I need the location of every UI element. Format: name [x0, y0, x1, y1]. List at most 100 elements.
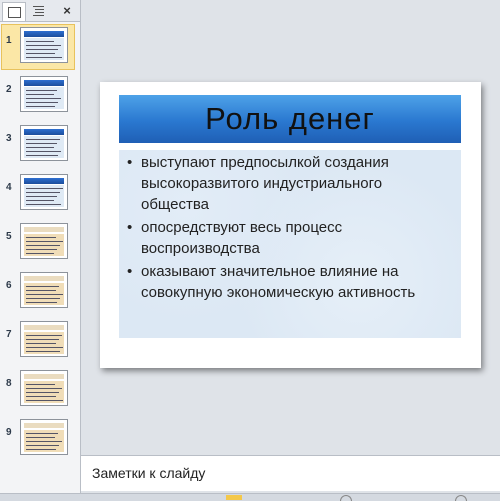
thumbnail-text-line [26, 188, 63, 189]
normal-view-icon[interactable] [226, 495, 242, 500]
slide-thumbnail[interactable] [20, 76, 68, 112]
slide-thumbnail[interactable] [20, 419, 68, 455]
slide-thumbnail[interactable] [20, 27, 68, 63]
slide-number: 8 [6, 378, 12, 389]
thumbnail-text-line [26, 102, 58, 103]
thumbnail-title-bar [24, 325, 64, 330]
tab-outline[interactable] [27, 2, 49, 19]
thumbnail-text-line [26, 237, 56, 238]
thumbnail-text-line [26, 388, 62, 389]
thumbnail-title-bar [24, 423, 64, 428]
thumbnail-text-line [26, 49, 58, 50]
bullet-point-icon: • [127, 263, 133, 280]
slide-thumbnail[interactable] [20, 223, 68, 259]
slide-thumbnail-row[interactable]: 8 [0, 370, 80, 412]
thumbnail-text-line [26, 335, 62, 336]
thumbnail-text-line [26, 204, 61, 205]
thumbnail-text-line [26, 286, 59, 287]
thumbnail-text-line [26, 196, 57, 197]
slide-thumbnail-row[interactable]: 4 [0, 174, 80, 216]
thumbnail-text-line [26, 155, 58, 156]
notes-pane[interactable]: Заметки к слайду [81, 455, 500, 491]
thumbnail-text-line [26, 94, 54, 95]
zoom-out-icon[interactable] [340, 495, 352, 501]
slide-thumbnail-row[interactable]: 5 [0, 223, 80, 265]
thumbnail-text-line [26, 294, 63, 295]
slide-thumbnail-row[interactable]: 7 [0, 321, 80, 363]
thumbnail-text-line [26, 347, 63, 348]
bullet-text: опосредствуют весь процесс воспроизводст… [141, 219, 343, 257]
thumbnail-text-line [26, 290, 56, 291]
pane-tabs: × [0, 0, 80, 22]
slide-thumbnail[interactable] [20, 272, 68, 308]
thumbnail-text-line [26, 192, 60, 193]
thumbnail-text-line [26, 41, 54, 42]
slide-thumbnail-row[interactable]: 1 [0, 24, 80, 70]
slide-title: Роль денег [205, 101, 375, 136]
thumbnail-text-line [26, 384, 55, 385]
thumbnail-text-line [26, 339, 59, 340]
slide-canvas[interactable]: Роль денег • выступают предпосылкой созда… [100, 82, 481, 368]
slide-thumbnail-row[interactable]: 6 [0, 272, 80, 314]
slide-editor: Роль денег • выступают предпосылкой созда… [81, 0, 500, 453]
slide-number: 6 [6, 280, 12, 291]
thumbnail-text-line [26, 343, 56, 344]
slide-thumbnail[interactable] [20, 174, 68, 210]
thumbnail-text-line [26, 147, 54, 148]
slide-number: 1 [6, 35, 12, 46]
slide-thumbnail-row[interactable]: 3 [0, 125, 80, 167]
thumbnail-text-line [26, 433, 58, 434]
thumbnail-title-bar [24, 227, 64, 232]
bullet-list: • выступают предпосылкой создания высокор… [119, 150, 461, 303]
bullet-item: • опосредствуют весь процесс воспроизводс… [123, 217, 453, 259]
thumbnail-text-line [26, 302, 57, 303]
thumbnail-text-line [26, 45, 61, 46]
content-placeholder[interactable]: • выступают предпосылкой создания высокор… [119, 150, 461, 338]
notes-placeholder: Заметки к слайду [92, 465, 206, 481]
thumbnail-title-bar [24, 276, 64, 281]
bullet-item: • выступают предпосылкой создания высокор… [123, 152, 453, 215]
thumbnail-text-line [26, 441, 62, 442]
slide-number: 3 [6, 133, 12, 144]
thumbnail-text-line [26, 57, 62, 58]
slide-thumbnail-row[interactable]: 2 [0, 76, 80, 118]
tab-slides[interactable] [2, 2, 26, 21]
thumbnail-text-line [26, 106, 55, 107]
thumbnail-text-line [26, 200, 54, 201]
bullet-item: • оказывают значительное влияние на совок… [123, 261, 453, 303]
slide-number: 4 [6, 182, 12, 193]
thumbnail-text-line [26, 253, 54, 254]
title-placeholder[interactable]: Роль денег [119, 95, 461, 143]
slide-thumbnail-row[interactable]: 9 [0, 419, 80, 461]
thumbnail-text-line [26, 396, 56, 397]
slides-pane: × 1 2 3 4 5 6 7 8 9 [0, 0, 81, 493]
bullet-text: оказывают значительное влияние на совоку… [141, 263, 416, 301]
thumbnail-text-line [26, 392, 59, 393]
thumbnail-text-line [26, 298, 60, 299]
slide-number: 7 [6, 329, 12, 340]
thumbnail-text-line [26, 139, 60, 140]
zoom-in-icon[interactable] [455, 495, 467, 501]
slides-view-icon [7, 6, 21, 18]
slide-thumbnail[interactable] [20, 125, 68, 161]
thumbnail-title-bar [24, 374, 64, 379]
thumbnail-text-line [26, 53, 55, 54]
thumbnail-title-bar [24, 178, 64, 184]
bullet-point-icon: • [127, 219, 133, 236]
thumbnail-title-bar [24, 129, 64, 135]
slide-thumbnail[interactable] [20, 370, 68, 406]
thumbnail-title-bar [24, 80, 64, 86]
thumbnail-text-line [26, 437, 55, 438]
thumbnail-text-line [26, 151, 61, 152]
close-pane-button[interactable]: × [58, 2, 76, 19]
thumbnail-text-line [26, 241, 63, 242]
thumbnail-text-line [26, 449, 56, 450]
thumbnail-text-line [26, 98, 61, 99]
bullet-text: выступают предпосылкой создания высокора… [141, 154, 389, 213]
bullet-point-icon: • [127, 154, 133, 171]
thumbnail-text-line [26, 249, 57, 250]
thumbnail-text-line [26, 445, 59, 446]
thumbnail-text-line [26, 143, 57, 144]
slide-number: 9 [6, 427, 12, 438]
slide-thumbnail[interactable] [20, 321, 68, 357]
